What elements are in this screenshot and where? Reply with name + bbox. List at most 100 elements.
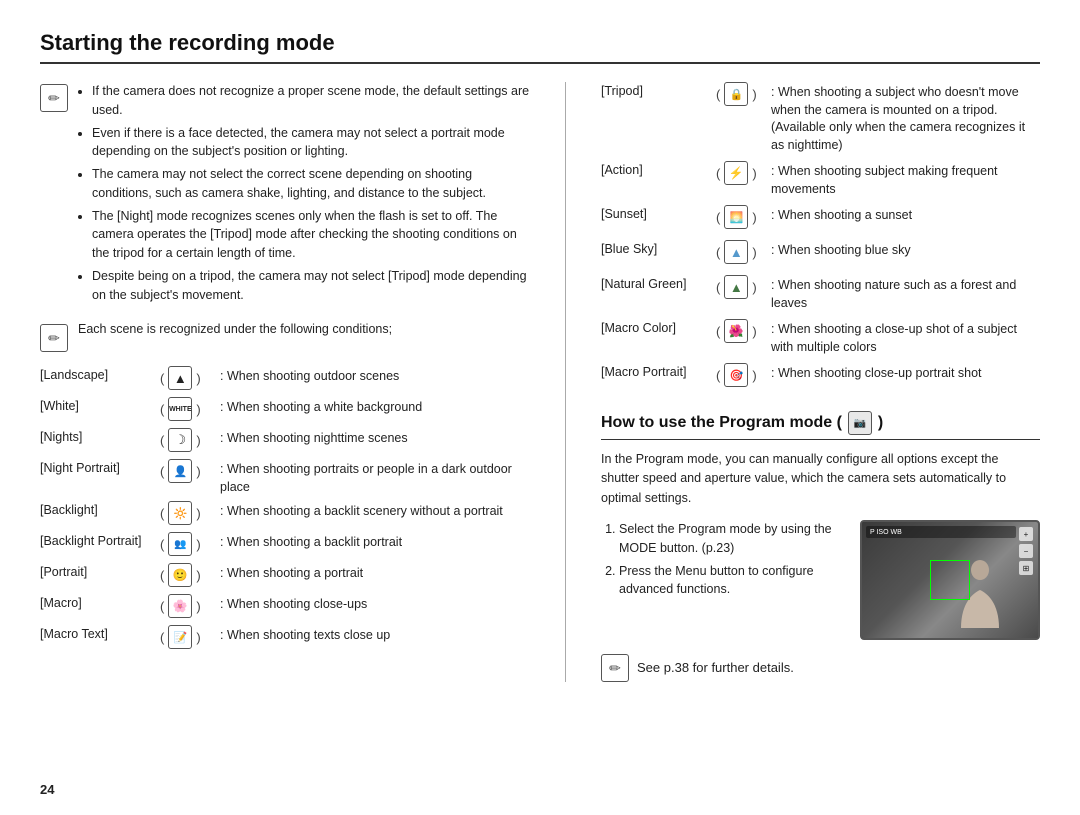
white-icon: WHITE (169, 406, 192, 413)
right-label-macro-portrait: [Macro Portrait] (601, 363, 716, 379)
note-icon-2: ✏ (40, 324, 68, 352)
scene-desc-macro: : When shooting close-ups (220, 594, 530, 614)
right-desc-sunset: : When shooting a sunset (771, 205, 1040, 225)
program-step-2: Press the Menu button to configure advan… (619, 562, 844, 600)
program-section: How to use the Program mode ( 📷 ) In the… (601, 411, 1040, 682)
scene-row-macro-text: [Macro Text] ( 📝 ) : When shooting texts… (40, 625, 530, 651)
scene-row-white: [White] ( WHITE ) : When shooting a whit… (40, 397, 530, 423)
scene-label-white: [White] (40, 397, 160, 413)
camera-overlay-icons: + − ⊞ (1019, 527, 1033, 575)
scene-icon-backlight-portrait: ( 👥 ) (160, 532, 220, 556)
scene-icon-night-portrait: ( 👤 ) (160, 459, 220, 483)
right-icon-macro-portrait: ( 🎯 ) (716, 363, 771, 387)
right-column: [Tripod] ( 🔒 ) : When shooting a subject… (601, 82, 1040, 682)
scene-desc-night-portrait: : When shooting portraits or people in a… (220, 459, 530, 496)
right-icon-macro-color: ( 🌺 ) (716, 319, 771, 343)
scene-row-backlight-portrait: [Backlight Portrait] ( 👥 ) : When shooti… (40, 532, 530, 558)
title-section: Starting the recording mode (40, 30, 1040, 64)
note-bullet-4: The [Night] mode recognizes scenes only … (92, 207, 530, 263)
right-label-bluesky: [Blue Sky] (601, 240, 716, 256)
scene-desc-nights: : When shooting nighttime scenes (220, 428, 530, 448)
scene-desc-macro-text: : When shooting texts close up (220, 625, 530, 645)
scene-intro-text: Each scene is recognized under the follo… (78, 322, 392, 344)
scene-label-portrait: [Portrait] (40, 563, 160, 579)
scene-row-night-portrait: [Night Portrait] ( 👤 ) : When shooting p… (40, 459, 530, 496)
portrait-icon: 🙂 (173, 568, 188, 582)
program-steps-container: Select the Program mode by using the MOD… (601, 520, 1040, 640)
page-container: Starting the recording mode ✏ If the cam… (0, 0, 1080, 815)
see-note: ✏ See p.38 for further details. (601, 652, 1040, 682)
cam-overlay-icon-3: ⊞ (1019, 561, 1033, 575)
right-scene-row-bluesky: [Blue Sky] ( ▲ ) : When shooting blue sk… (601, 240, 1040, 268)
note-icon-1: ✏ (40, 84, 68, 112)
right-icon-natural: ( ▲ ) (716, 275, 771, 299)
right-icon-bluesky: ( ▲ ) (716, 240, 771, 264)
program-steps: Select the Program mode by using the MOD… (601, 520, 844, 603)
scene-list-block: ✏ Each scene is recognized under the fol… (40, 322, 530, 651)
left-column: ✏ If the camera does not recognize a pro… (40, 82, 530, 682)
right-desc-bluesky: : When shooting blue sky (771, 240, 1040, 260)
camera-status-text: P ISO WB (870, 529, 902, 536)
scene-icon-macro-text: ( 📝 ) (160, 625, 220, 649)
action-icon: ⚡ (729, 166, 744, 180)
scene-icon-nights: ( ☽ ) (160, 428, 220, 452)
program-step-1: Select the Program mode by using the MOD… (619, 520, 844, 558)
see-note-text: See p.38 for further details. (637, 660, 794, 675)
scene-icon-macro: ( 🌸 ) (160, 594, 220, 618)
note-bullet-3: The camera may not select the correct sc… (92, 165, 530, 203)
right-label-tripod: [Tripod] (601, 82, 716, 98)
scene-row-portrait: [Portrait] ( 🙂 ) : When shooting a portr… (40, 563, 530, 589)
focus-box (930, 560, 970, 600)
scene-label-nights: [Nights] (40, 428, 160, 444)
note-bullet-2: Even if there is a face detected, the ca… (92, 124, 530, 162)
right-scene-row-tripod: [Tripod] ( 🔒 ) : When shooting a subject… (601, 82, 1040, 154)
pencil-icon-3: ✏ (609, 660, 621, 677)
scene-icon-landscape: ( ▲ ) (160, 366, 220, 390)
backlight-portrait-icon: 👥 (174, 539, 186, 550)
macro-color-icon: 🌺 (729, 324, 744, 338)
scene-label-backlight-portrait: [Backlight Portrait] (40, 532, 160, 548)
right-desc-tripod: : When shooting a subject who doesn't mo… (771, 82, 1040, 154)
right-desc-natural: : When shooting nature such as a forest … (771, 275, 1040, 312)
see-note-icon: ✏ (601, 654, 629, 682)
scene-label-macro-text: [Macro Text] (40, 625, 160, 641)
scene-label-macro: [Macro] (40, 594, 160, 610)
scene-label-landscape: [Landscape] (40, 366, 160, 382)
right-icon-action: ( ⚡ ) (716, 161, 771, 185)
scene-desc-white: : When shooting a white background (220, 397, 530, 417)
backlight-icon: 🔆 (173, 507, 187, 520)
scene-desc-backlight-portrait: : When shooting a backlit portrait (220, 532, 530, 552)
scene-row-landscape: [Landscape] ( ▲ ) : When shooting outdoo… (40, 366, 530, 392)
note-block-2: ✏ Each scene is recognized under the fol… (40, 322, 530, 352)
right-label-action: [Action] (601, 161, 716, 177)
right-scene-row-sunset: [Sunset] ( 🌅 ) : When shooting a sunset (601, 205, 1040, 233)
right-scene-row-natural: [Natural Green] ( ▲ ) : When shooting na… (601, 275, 1040, 312)
right-icon-tripod: ( 🔒 ) (716, 82, 771, 106)
cam-overlay-icon-1: + (1019, 527, 1033, 541)
scene-row-nights: [Nights] ( ☽ ) : When shooting nighttime… (40, 428, 530, 454)
note-bullet-5: Despite being on a tripod, the camera ma… (92, 267, 530, 305)
right-desc-macro-color: : When shooting a close-up shot of a sub… (771, 319, 1040, 356)
tripod-icon: 🔒 (729, 88, 743, 101)
scene-desc-backlight: : When shooting a backlit scenery withou… (220, 501, 530, 521)
program-title-bar: How to use the Program mode ( 📷 ) (601, 411, 1040, 440)
landscape-icon: ▲ (174, 371, 187, 386)
scene-label-night-portrait: [Night Portrait] (40, 459, 160, 475)
program-title-end: ) (878, 414, 883, 432)
program-description: In the Program mode, you can manually co… (601, 450, 1040, 508)
right-scene-row-macro-color: [Macro Color] ( 🌺 ) : When shooting a cl… (601, 319, 1040, 356)
sunset-icon: 🌅 (729, 211, 743, 224)
scene-icon-backlight: ( 🔆 ) (160, 501, 220, 525)
scene-row-macro: [Macro] ( 🌸 ) : When shooting close-ups (40, 594, 530, 620)
page-number: 24 (40, 782, 54, 797)
pencil-icon-2: ✏ (48, 330, 60, 347)
program-mode-icon: 📷 (848, 411, 872, 435)
right-scene-row-macro-portrait: [Macro Portrait] ( 🎯 ) : When shooting c… (601, 363, 1040, 391)
note-bullet-1: If the camera does not recognize a prope… (92, 82, 530, 120)
camera-preview: P ISO WB + − ⊞ (860, 520, 1040, 640)
column-divider (565, 82, 566, 682)
macro-icon: 🌸 (173, 599, 188, 613)
note-text-1: If the camera does not recognize a prope… (78, 82, 530, 308)
page-title: Starting the recording mode (40, 30, 1040, 56)
right-desc-action: : When shooting subject making frequent … (771, 161, 1040, 198)
